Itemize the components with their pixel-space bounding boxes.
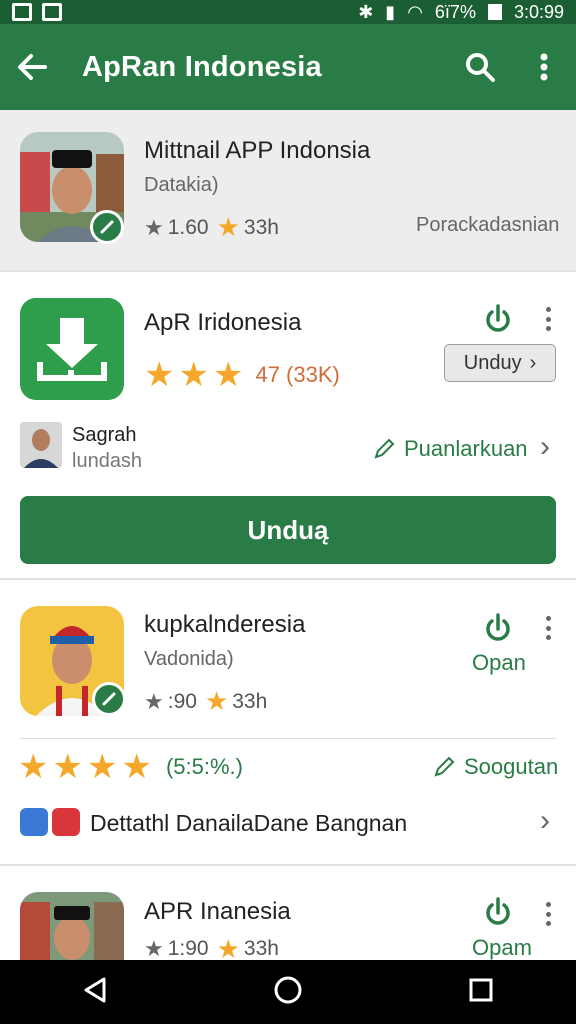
power-button[interactable] [482, 612, 514, 644]
arrow-left-icon [18, 54, 47, 80]
author-subtitle: lundash [72, 450, 143, 472]
author-name: Sagrah [72, 424, 137, 446]
status-bar: ✱ ▮ ◠ 6ï7% 3:0:99 [0, 0, 576, 24]
notification-icon [12, 3, 32, 21]
category-label: Porackadasnian [416, 214, 560, 236]
open-button[interactable]: Opan [472, 650, 526, 676]
app-title: Mittnail APP Indonsia [144, 137, 371, 164]
rating-percent: (5:5:%.) [165, 754, 243, 779]
button-label: Unduy [463, 351, 522, 374]
notification-icon [42, 3, 62, 21]
circle-home-icon [274, 976, 302, 1003]
clock: 3:0:99 [513, 1, 564, 22]
chevron-right-icon[interactable]: › [540, 430, 550, 464]
power-icon [486, 304, 510, 332]
star-icon: ★ [144, 688, 164, 714]
battery-icon [487, 4, 502, 20]
power-button[interactable] [482, 896, 514, 928]
star-icon: ★ [144, 938, 164, 960]
search-icon [466, 53, 495, 82]
app-bar: ApRan Indonesia [0, 24, 576, 110]
star-icon: ★ [212, 356, 244, 394]
verified-badge-icon [90, 210, 124, 244]
triangle-back-icon [84, 977, 106, 1002]
home-nav-button[interactable] [273, 975, 303, 1010]
share-app-icon [20, 808, 48, 836]
link-label: Soogutan [464, 754, 559, 779]
button-label: Opam [472, 936, 532, 960]
chevron-right-icon: › [529, 351, 537, 374]
rating-stars: ★ ★ ★ ★ (5:5:%.) [18, 750, 243, 784]
link-label: Puanlarkuan [404, 436, 528, 461]
app-icon [20, 892, 124, 960]
star-icon: ★ [216, 212, 240, 242]
app-subtitle: Datakia) [144, 174, 219, 196]
star-icon: ★ [144, 214, 164, 240]
soogutan-link[interactable]: Soogutan [432, 754, 558, 780]
star-icon: ★ [86, 748, 118, 786]
power-button[interactable] [482, 303, 514, 335]
vibrate-icon: ▮ [385, 1, 396, 22]
app-subtitle: Vadonida) [144, 648, 234, 670]
item-menu-button[interactable] [538, 616, 558, 640]
recents-nav-button[interactable] [468, 977, 494, 1008]
app-meta: ★ 1:90 ★ 33h [144, 938, 279, 960]
button-label: Opan [472, 650, 526, 675]
unduh-button[interactable]: Unduy › [444, 344, 556, 382]
square-recents-icon [469, 978, 493, 1001]
time-value: 33h [232, 689, 268, 713]
bluetooth-icon: ✱ [358, 1, 374, 22]
button-label: Unduą [247, 514, 329, 545]
star-icon: ★ [121, 748, 152, 786]
rating-text: 47 (33K) [255, 362, 340, 387]
time-value: 33h [243, 938, 279, 960]
power-icon [486, 897, 510, 925]
unduh-primary-button[interactable]: Unduą [20, 496, 556, 564]
verified-badge-icon [92, 682, 126, 716]
app-meta: ★ 1.60 ★ 33h [144, 212, 279, 243]
page-title: ApRan Indonesia [82, 50, 322, 83]
camera-app-icon [52, 808, 80, 836]
rating-value: :90 [167, 689, 197, 713]
rating-value: 1.60 [167, 215, 209, 239]
star-icon: ★ [178, 356, 209, 394]
wifi-icon: ◠ [407, 1, 423, 22]
battery-percent: 6ï7% [434, 1, 476, 22]
app-meta: ★ :90 ★ 33h [144, 686, 267, 717]
rating-stars: ★ ★ ★ 47 (33K) [144, 358, 340, 392]
time-value: 33h [243, 215, 279, 239]
app-title: kupkalnderesia [144, 611, 306, 638]
power-icon [486, 613, 510, 641]
app-title: ApR Iridonesia [144, 309, 302, 336]
star-icon: ★ [204, 686, 229, 716]
author-avatar [20, 422, 62, 468]
navigation-bar [0, 960, 576, 1024]
back-button[interactable] [0, 24, 64, 110]
star-icon: ★ [216, 938, 240, 960]
divider [20, 738, 556, 739]
puanlarkuan-link[interactable]: Puanlarkuan [372, 436, 528, 462]
footer-text: Dettathl DanailaDane Bangnan [90, 810, 408, 836]
download-app-icon [20, 298, 124, 400]
star-icon: ★ [144, 356, 175, 394]
back-nav-button[interactable] [82, 976, 108, 1009]
item-menu-button[interactable] [538, 902, 558, 926]
app-title: APR Inanesia [144, 898, 291, 925]
chevron-right-icon[interactable]: › [540, 804, 550, 838]
star-icon: ★ [18, 748, 49, 786]
more-options-button[interactable] [512, 24, 576, 110]
open-button[interactable]: Opam [472, 936, 532, 960]
more-vert-icon [540, 53, 548, 81]
star-icon: ★ [52, 748, 83, 786]
item-menu-button[interactable] [538, 307, 558, 331]
pencil-icon [374, 438, 395, 459]
pencil-icon [434, 756, 455, 777]
rating-value: 1:90 [167, 938, 209, 960]
search-button[interactable] [448, 24, 512, 110]
